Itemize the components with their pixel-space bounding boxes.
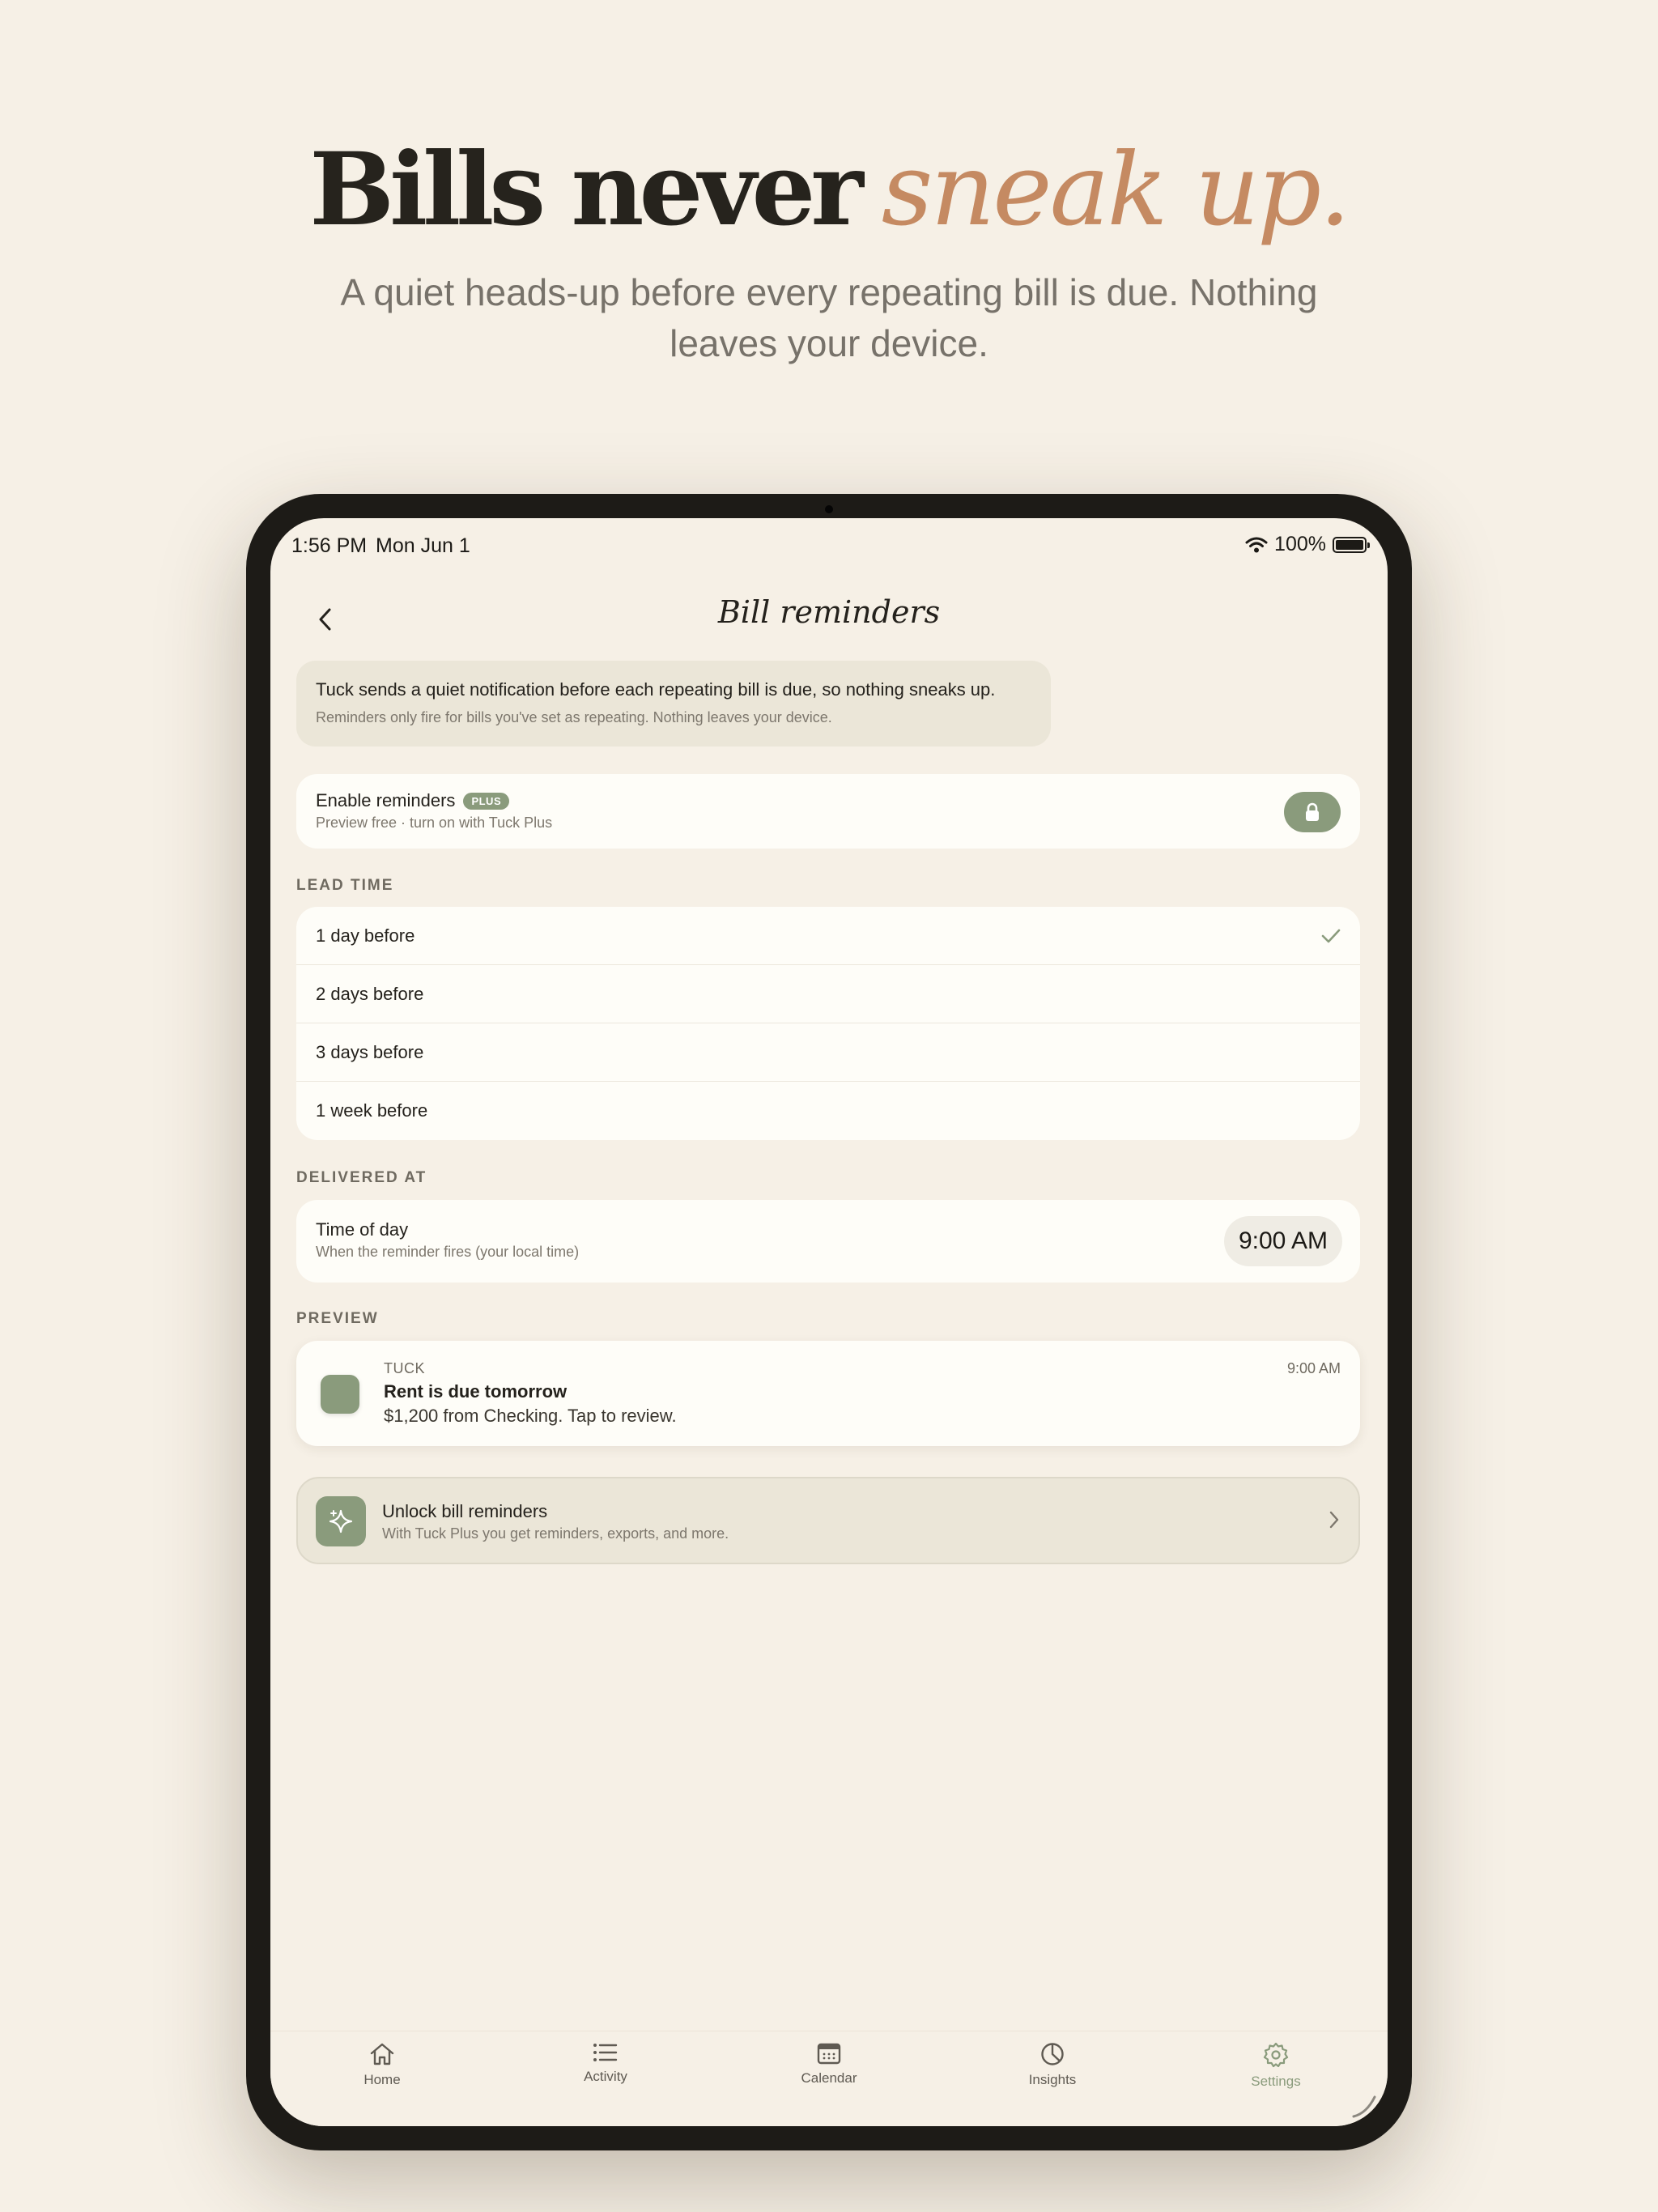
info-main-text: Tuck sends a quiet notification before e…: [316, 679, 996, 700]
enable-reminders-row: Enable reminders PLUS Preview free · tur…: [296, 774, 1360, 849]
list-icon: [593, 2044, 618, 2061]
corner-grip-icon: [1352, 2095, 1376, 2118]
hero-title-accent: sneak up.: [881, 132, 1351, 249]
notification-preview: TUCK 9:00 AM Rent is due tomorrow $1,200…: [296, 1341, 1360, 1446]
home-icon: [370, 2043, 394, 2065]
checkmark-icon: [1321, 929, 1341, 942]
time-title: Time of day: [316, 1219, 409, 1240]
app-icon: [321, 1375, 359, 1414]
tab-bar: Home Activity Calendar Insights Settings: [270, 2031, 1388, 2126]
hero-subtitle: A quiet heads-up before every repeating …: [340, 271, 1318, 364]
lead-option-2-days[interactable]: 2 days before: [296, 965, 1360, 1023]
tab-insights[interactable]: Insights: [980, 2041, 1125, 2088]
tab-label: Settings: [1251, 2074, 1301, 2089]
lead-option-1-week[interactable]: 1 week before: [296, 1082, 1360, 1140]
notification-app-name: TUCK: [384, 1360, 425, 1376]
option-label: 1 day before: [316, 925, 415, 946]
enable-title: Enable reminders: [316, 790, 456, 810]
tablet-frame: 1:56 PM Mon Jun 1 100% Bill reminders Tu…: [246, 494, 1412, 2150]
unlock-title: Unlock bill reminders: [382, 1501, 548, 1521]
status-indicators: 100%: [1245, 533, 1370, 556]
option-label: 1 week before: [316, 1100, 428, 1121]
delivered-at-label: DELIVERED AT: [296, 1169, 427, 1186]
battery-icon: [1333, 536, 1370, 553]
tab-label: Home: [363, 2072, 401, 2087]
tab-home[interactable]: Home: [309, 2041, 455, 2088]
time-of-day-row: Time of day When the reminder fires (you…: [296, 1200, 1360, 1283]
pie-chart-icon: [1041, 2043, 1064, 2065]
hero-title: Bills never sneak up.: [0, 130, 1658, 251]
hero-title-main: Bills never: [309, 131, 863, 249]
option-label: 3 days before: [316, 1041, 424, 1062]
app-screen: 1:56 PM Mon Jun 1 100% Bill reminders Tu…: [270, 518, 1388, 2126]
lock-icon: [1306, 802, 1319, 821]
gear-icon: [1263, 2042, 1289, 2068]
tab-label: Activity: [584, 2069, 627, 2084]
lead-time-label: LEAD TIME: [296, 877, 394, 894]
notification-body: $1,200 from Checking. Tap to review.: [384, 1406, 677, 1426]
tab-label: Calendar: [801, 2070, 857, 2086]
lead-time-options: 1 day before 2 days before 3 days before…: [296, 907, 1360, 1140]
lead-option-1-day[interactable]: 1 day before: [296, 907, 1360, 965]
tab-calendar[interactable]: Calendar: [756, 2041, 902, 2087]
unlock-plus-button[interactable]: Unlock bill reminders With Tuck Plus you…: [296, 1477, 1360, 1564]
unlock-subtitle: With Tuck Plus you get reminders, export…: [382, 1525, 729, 1542]
tab-settings[interactable]: Settings: [1203, 2041, 1349, 2090]
info-sub-text: Reminders only fire for bills you've set…: [316, 709, 832, 725]
wifi-icon: [1245, 537, 1268, 552]
plus-badge: PLUS: [463, 792, 510, 810]
status-date: Mon Jun 1: [376, 534, 470, 557]
preview-label: PREVIEW: [296, 1310, 379, 1327]
marketing-header: Bills never sneak up. A quiet heads-up be…: [0, 130, 1658, 369]
time-picker[interactable]: 9:00 AM: [1224, 1216, 1342, 1266]
enable-subtitle: Preview free · turn on with Tuck Plus: [316, 815, 553, 831]
notification-title: Rent is due tomorrow: [384, 1381, 568, 1402]
page-title: Bill reminders: [717, 594, 941, 630]
option-label: 2 days before: [316, 983, 424, 1004]
status-bar: 1:56 PM Mon Jun 1 100%: [270, 518, 1388, 567]
time-subtitle: When the reminder fires (your local time…: [316, 1244, 580, 1260]
camera-dot: [825, 505, 833, 513]
chevron-right-icon: [1329, 1511, 1339, 1529]
battery-percent: 100%: [1274, 533, 1326, 555]
sparkle-icon: [316, 1496, 366, 1546]
info-card: Tuck sends a quiet notification before e…: [296, 661, 1051, 747]
locked-toggle[interactable]: [1284, 792, 1341, 832]
status-time: 1:56 PM: [291, 534, 368, 557]
calendar-icon: [817, 2043, 841, 2065]
tab-label: Insights: [1028, 2072, 1077, 2087]
lead-option-3-days[interactable]: 3 days before: [296, 1023, 1360, 1082]
tab-activity[interactable]: Activity: [533, 2041, 678, 2085]
enable-title-line: Enable reminders PLUS: [316, 790, 1341, 811]
notification-time: 9:00 AM: [1286, 1360, 1341, 1376]
